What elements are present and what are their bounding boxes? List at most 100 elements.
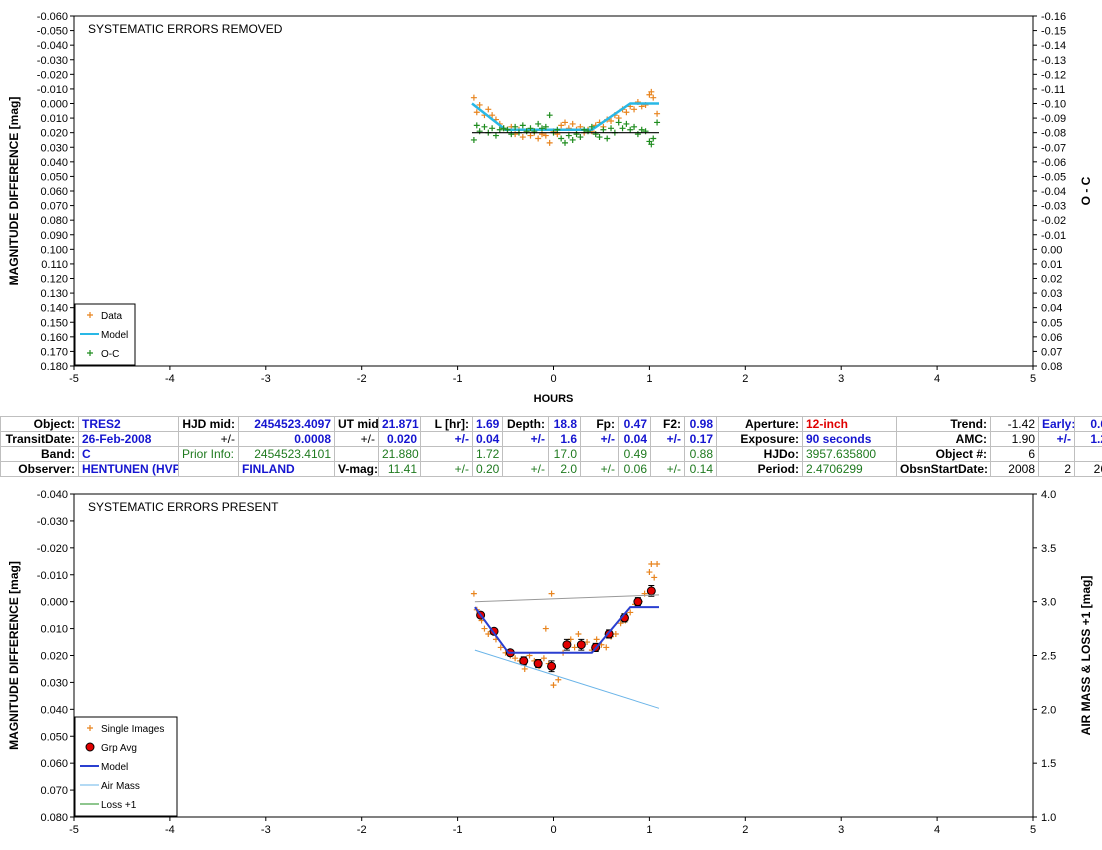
y2-tick-label: 0.05: [1041, 317, 1062, 329]
y-tick-label: -0.030: [37, 516, 68, 528]
info-cell: 1.2: [1074, 431, 1102, 447]
x-tick-label: 4: [934, 824, 940, 836]
y2-axis-label: AIR MASS & LOSS +1 [mag]: [1079, 576, 1093, 736]
info-cell: 18.8: [548, 416, 581, 432]
info-cell: [580, 446, 619, 462]
info-cell: 21.871: [378, 416, 421, 432]
y2-tick-label: 3.5: [1041, 543, 1056, 555]
info-cell: 0.88: [684, 446, 717, 462]
info-cell: +/-: [420, 431, 473, 447]
y-tick-label: -0.020: [37, 543, 68, 555]
y2-tick-label: -0.05: [1041, 171, 1066, 183]
y-tick-label: 0.010: [40, 624, 68, 636]
info-cell: 2454523.4101: [238, 446, 335, 462]
grp-avg-point: [646, 586, 656, 596]
y-tick-label: 0.040: [40, 704, 68, 716]
info-cell: Observer:: [0, 461, 79, 477]
info-row: Observer: HENTUNEN (HVP) FINLAND V-mag: 11.4…: [0, 461, 1102, 477]
x-tick-label: 1: [646, 373, 652, 385]
info-cell: TRES2: [78, 416, 179, 432]
y-tick-label: 0.060: [40, 758, 68, 770]
x-tick-label: -2: [357, 824, 367, 836]
info-cell: Object #:: [896, 446, 991, 462]
y2-tick-label: 2.0: [1041, 704, 1056, 716]
y-tick-label: 0.060: [40, 186, 68, 198]
legend-entry-single-images: Single Images: [101, 724, 164, 735]
info-cell: [502, 446, 549, 462]
y-tick-label: 0.000: [40, 99, 68, 111]
x-tick-label: -3: [261, 824, 271, 836]
y-tick-label: 0.050: [40, 171, 68, 183]
y-tick-label: 0.170: [40, 346, 68, 358]
x-tick-label: 1: [646, 824, 652, 836]
x-tick-label: -5: [69, 373, 79, 385]
y-tick-label: 0.150: [40, 317, 68, 329]
y-tick-label: 0.140: [40, 303, 68, 315]
y-tick-label: 0.030: [40, 677, 68, 689]
info-cell: 21.880: [378, 446, 421, 462]
y-tick-label: -0.010: [37, 84, 68, 96]
info-cell: C: [78, 446, 179, 462]
y2-tick-label: -0.08: [1041, 128, 1066, 140]
y-tick-label: 0.130: [40, 288, 68, 300]
info-cell: 2008: [990, 461, 1039, 477]
x-tick-label: 5: [1030, 373, 1036, 385]
info-cell: Fp:: [580, 416, 619, 432]
info-cell: +/-: [502, 461, 549, 477]
y2-tick-label: 0.02: [1041, 274, 1062, 286]
y-tick-label: -0.020: [37, 69, 68, 81]
y-tick-label: 0.180: [40, 361, 68, 373]
info-cell: FINLAND: [238, 461, 335, 477]
info-cell: 0.47: [618, 416, 651, 432]
x-axis-label: HOURS: [534, 393, 574, 405]
info-cell: 0.49: [618, 446, 651, 462]
y2-tick-label: -0.15: [1041, 26, 1066, 38]
y-tick-label: 0.110: [41, 259, 68, 271]
y2-tick-label: 0.03: [1041, 288, 1062, 300]
legend-entry-loss-1: Loss +1: [101, 800, 137, 811]
x-tick-label: 4: [934, 373, 940, 385]
y-tick-label: 0.050: [40, 731, 68, 743]
x-tick-label: -5: [69, 824, 79, 836]
y-tick-label: 0.090: [40, 230, 68, 242]
legend-entry-o-c: O-C: [101, 349, 119, 360]
info-cell: Exposure:: [716, 431, 803, 447]
transit-info-table: Object: TRES2 HJD mid: 2454523.4097 UT mid: 2…: [0, 416, 1102, 478]
y2-tick-label: 0.04: [1041, 303, 1062, 315]
info-cell: [178, 461, 239, 477]
info-cell: +/-: [650, 461, 685, 477]
legend-entry-data: Data: [101, 311, 123, 322]
y2-tick-label: 1.5: [1041, 758, 1056, 770]
grp-avg-point: [547, 661, 557, 671]
info-row: Object: TRES2 HJD mid: 2454523.4097 UT mid: 2…: [0, 416, 1102, 432]
info-cell: TransitDate:: [0, 431, 79, 447]
y-tick-label: 0.080: [40, 215, 68, 227]
plot-area: [73, 15, 1034, 367]
info-cell: 26-Feb-2008: [78, 431, 179, 447]
info-cell: -1.42: [990, 416, 1039, 432]
info-cell: Aperture:: [716, 416, 803, 432]
y-tick-label: 0.100: [40, 244, 68, 256]
y-tick-label: -0.010: [37, 570, 68, 582]
x-tick-label: 0: [550, 373, 556, 385]
grp-avg-point: [576, 640, 586, 650]
info-cell: 3957.635800: [802, 446, 897, 462]
info-cell: +/-: [1038, 431, 1075, 447]
grp-avg-point: [562, 640, 572, 650]
info-cell: 2454523.4097: [238, 416, 335, 432]
y-tick-label: -0.060: [37, 11, 68, 23]
grp-avg-point: [633, 597, 643, 607]
x-tick-label: -2: [357, 373, 367, 385]
info-cell: +/-: [334, 431, 379, 447]
y2-tick-label: 4.0: [1041, 489, 1056, 501]
x-tick-label: 5: [1030, 824, 1036, 836]
info-cell: 2: [1038, 461, 1075, 477]
y-axis-label: MAGNITUDE DIFFERENCE [mag]: [7, 97, 21, 286]
info-cell: ObsnStartDate:: [896, 461, 991, 477]
info-cell: 0.6: [1074, 416, 1102, 432]
plot-area: [73, 493, 1034, 818]
info-cell: [334, 446, 379, 462]
info-cell: F2:: [650, 416, 685, 432]
y-tick-label: 0.010: [40, 113, 68, 125]
y2-tick-label: 2.5: [1041, 651, 1056, 663]
